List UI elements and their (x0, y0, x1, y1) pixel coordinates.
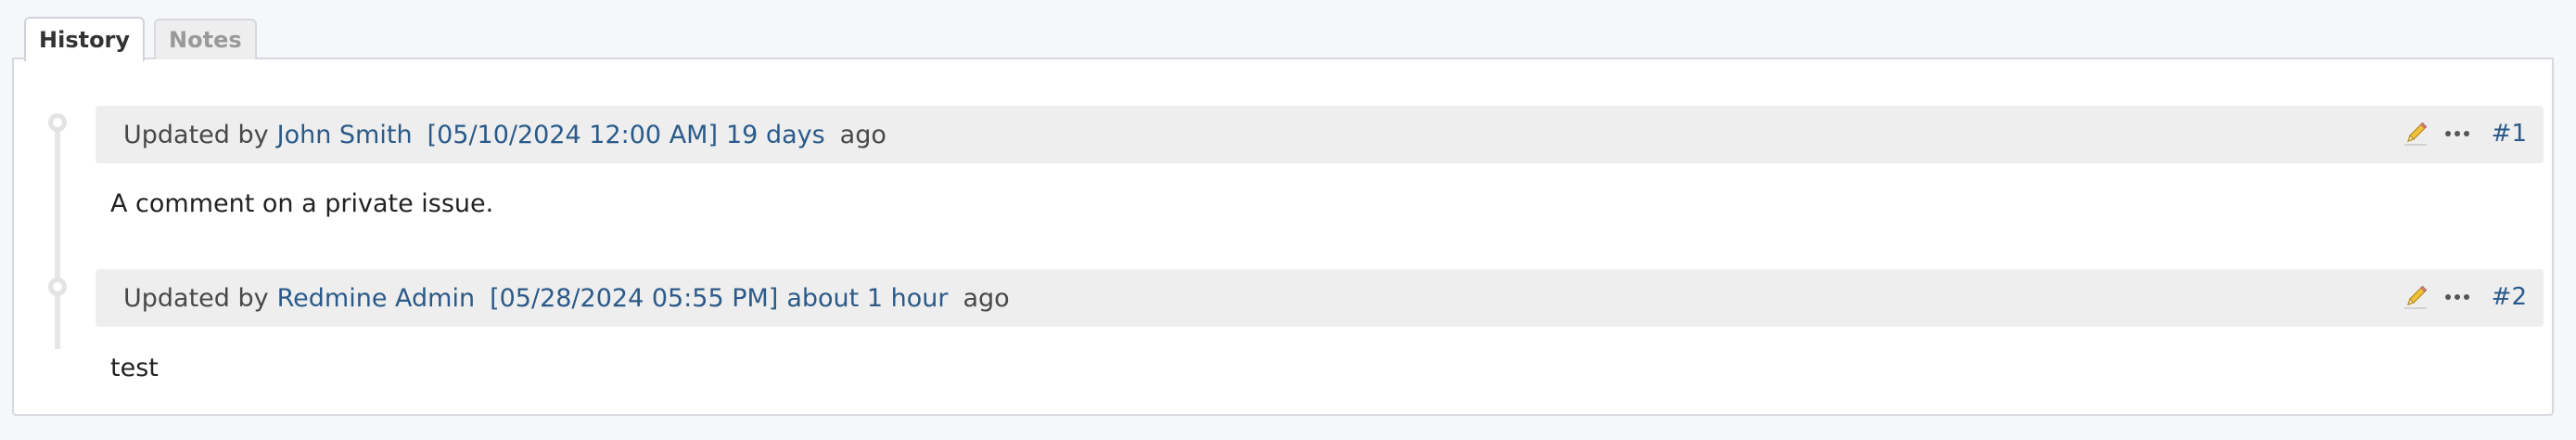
tab-bar: History Notes (24, 15, 266, 61)
journal-actions: #2 (2403, 278, 2527, 316)
journal-header: Updated by John Smith [05/10/2024 12:00 … (96, 106, 2544, 163)
journal-note: A comment on a private issue. (110, 189, 494, 218)
ago-label: ago (963, 283, 1010, 313)
timestamp-link[interactable]: [05/28/2024 05:55 PM] (490, 284, 778, 313)
pencil-icon[interactable] (2403, 121, 2429, 147)
author-link[interactable]: John Smith (277, 121, 413, 149)
timeline-dot (48, 113, 67, 132)
relative-time-link[interactable]: 19 days (726, 121, 825, 149)
ellipsis-icon[interactable] (2444, 292, 2469, 302)
history-panel: Updated by John Smith [05/10/2024 12:00 … (12, 58, 2554, 416)
relative-time-link[interactable]: about 1 hour (786, 284, 948, 313)
updated-by-label: Updated by (123, 120, 269, 149)
timestamp-link[interactable]: [05/10/2024 12:00 AM] (427, 121, 718, 149)
pencil-icon[interactable] (2403, 284, 2429, 310)
author-link[interactable]: Redmine Admin (277, 284, 475, 313)
ellipsis-icon[interactable] (2444, 129, 2469, 138)
timeline-line (55, 121, 60, 349)
tab-notes[interactable]: Notes (154, 19, 257, 59)
note-number-link[interactable]: #2 (2492, 283, 2527, 311)
journal-header: Updated by Redmine Admin [05/28/2024 05:… (96, 269, 2544, 327)
timeline-dot (48, 278, 67, 296)
ago-label: ago (839, 120, 886, 149)
journal-note: test (110, 354, 159, 382)
journal-actions: #1 (2403, 115, 2527, 152)
note-number-link[interactable]: #1 (2492, 120, 2527, 148)
updated-by-label: Updated by (123, 283, 269, 313)
tab-history[interactable]: History (24, 17, 146, 61)
